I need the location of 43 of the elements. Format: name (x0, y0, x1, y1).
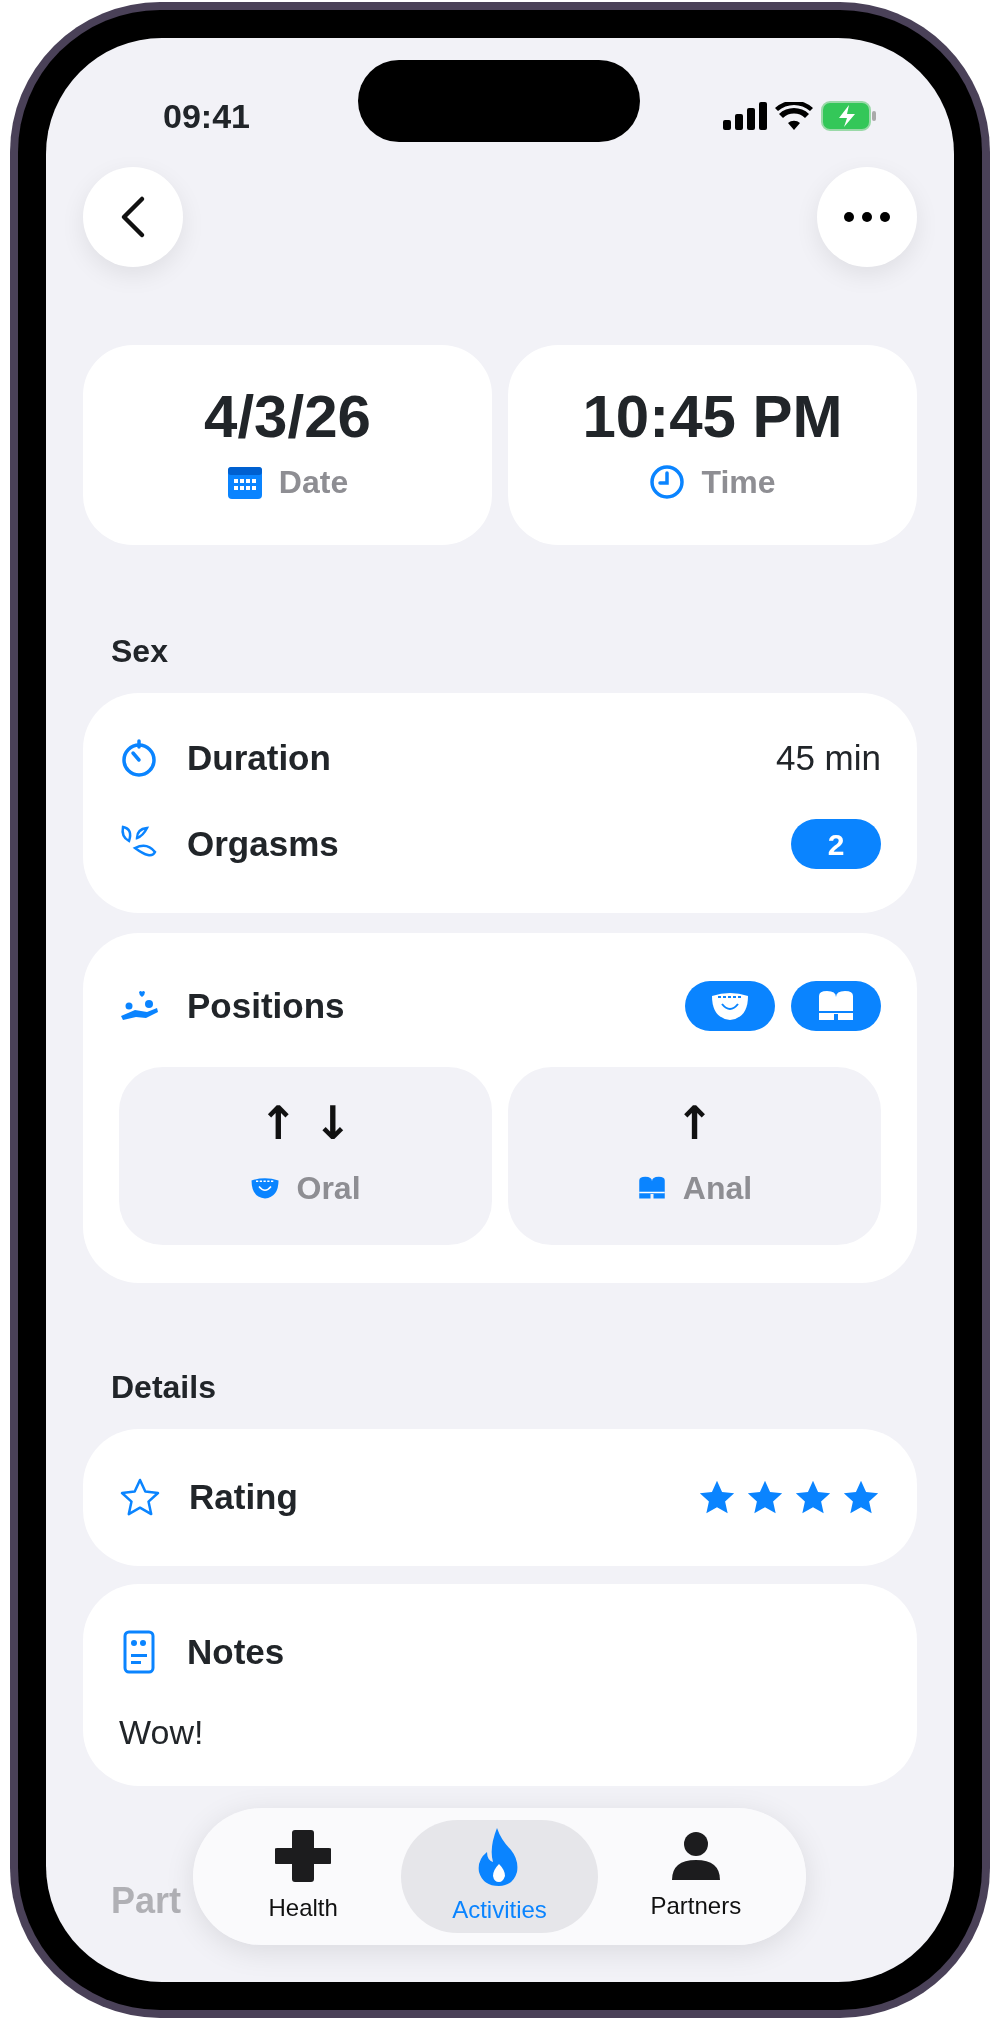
date-value: 4/3/26 (204, 384, 371, 450)
time-value: 10:45 PM (582, 384, 843, 450)
position-tile[interactable]: ↑ Anal (508, 1067, 881, 1245)
buttocks-icon (816, 990, 856, 1022)
duration-value: 45 min (775, 736, 881, 779)
direction-arrow: ↓ (313, 1100, 353, 1146)
stopwatch-icon (119, 738, 159, 778)
row-label: Positions (187, 984, 345, 1027)
wifi-icon (775, 101, 813, 130)
position-chip[interactable] (685, 981, 775, 1031)
calendar-icon (226, 464, 263, 500)
position-label: Oral (296, 1169, 361, 1208)
date-time-card[interactable]: 4/3/26 Date (83, 345, 492, 545)
tab-item[interactable]: Health (205, 1820, 402, 1933)
ellipsis-icon (843, 211, 891, 223)
section-title: Sex (111, 632, 169, 671)
notes-text: Wow! (119, 1711, 205, 1753)
count-badge: 2 (791, 819, 881, 869)
position-chip[interactable] (791, 981, 881, 1031)
section-title: Details (111, 1368, 217, 1407)
person-icon (669, 1829, 722, 1882)
row-label: Orgasms (187, 822, 339, 865)
mouth-icon (250, 1176, 281, 1200)
field-label: Time (701, 463, 776, 502)
tab-item[interactable]: Partners (597, 1820, 794, 1933)
row-label: Duration (187, 736, 331, 779)
signal-icon (723, 101, 767, 130)
field-label: Date (278, 463, 349, 502)
mouth-icon (710, 990, 750, 1022)
buttocks-icon (636, 1176, 667, 1200)
position-tile[interactable]: ↑ ↓ Oral (119, 1067, 492, 1245)
cross-icon (275, 1827, 332, 1884)
position-label: Anal (682, 1169, 753, 1208)
battery-icon (821, 100, 877, 131)
row-label: Rating (189, 1476, 298, 1519)
status-time: 09:41 (163, 95, 250, 137)
direction-arrow: ↑ (258, 1100, 298, 1146)
section-title: Part (111, 1879, 182, 1923)
direction-arrow: ↑ (675, 1100, 714, 1146)
clock-icon (649, 464, 686, 500)
row-label: Notes (187, 1631, 285, 1673)
figures-icon (119, 990, 159, 1022)
date-time-card[interactable]: 10:45 PM Time (508, 345, 917, 545)
